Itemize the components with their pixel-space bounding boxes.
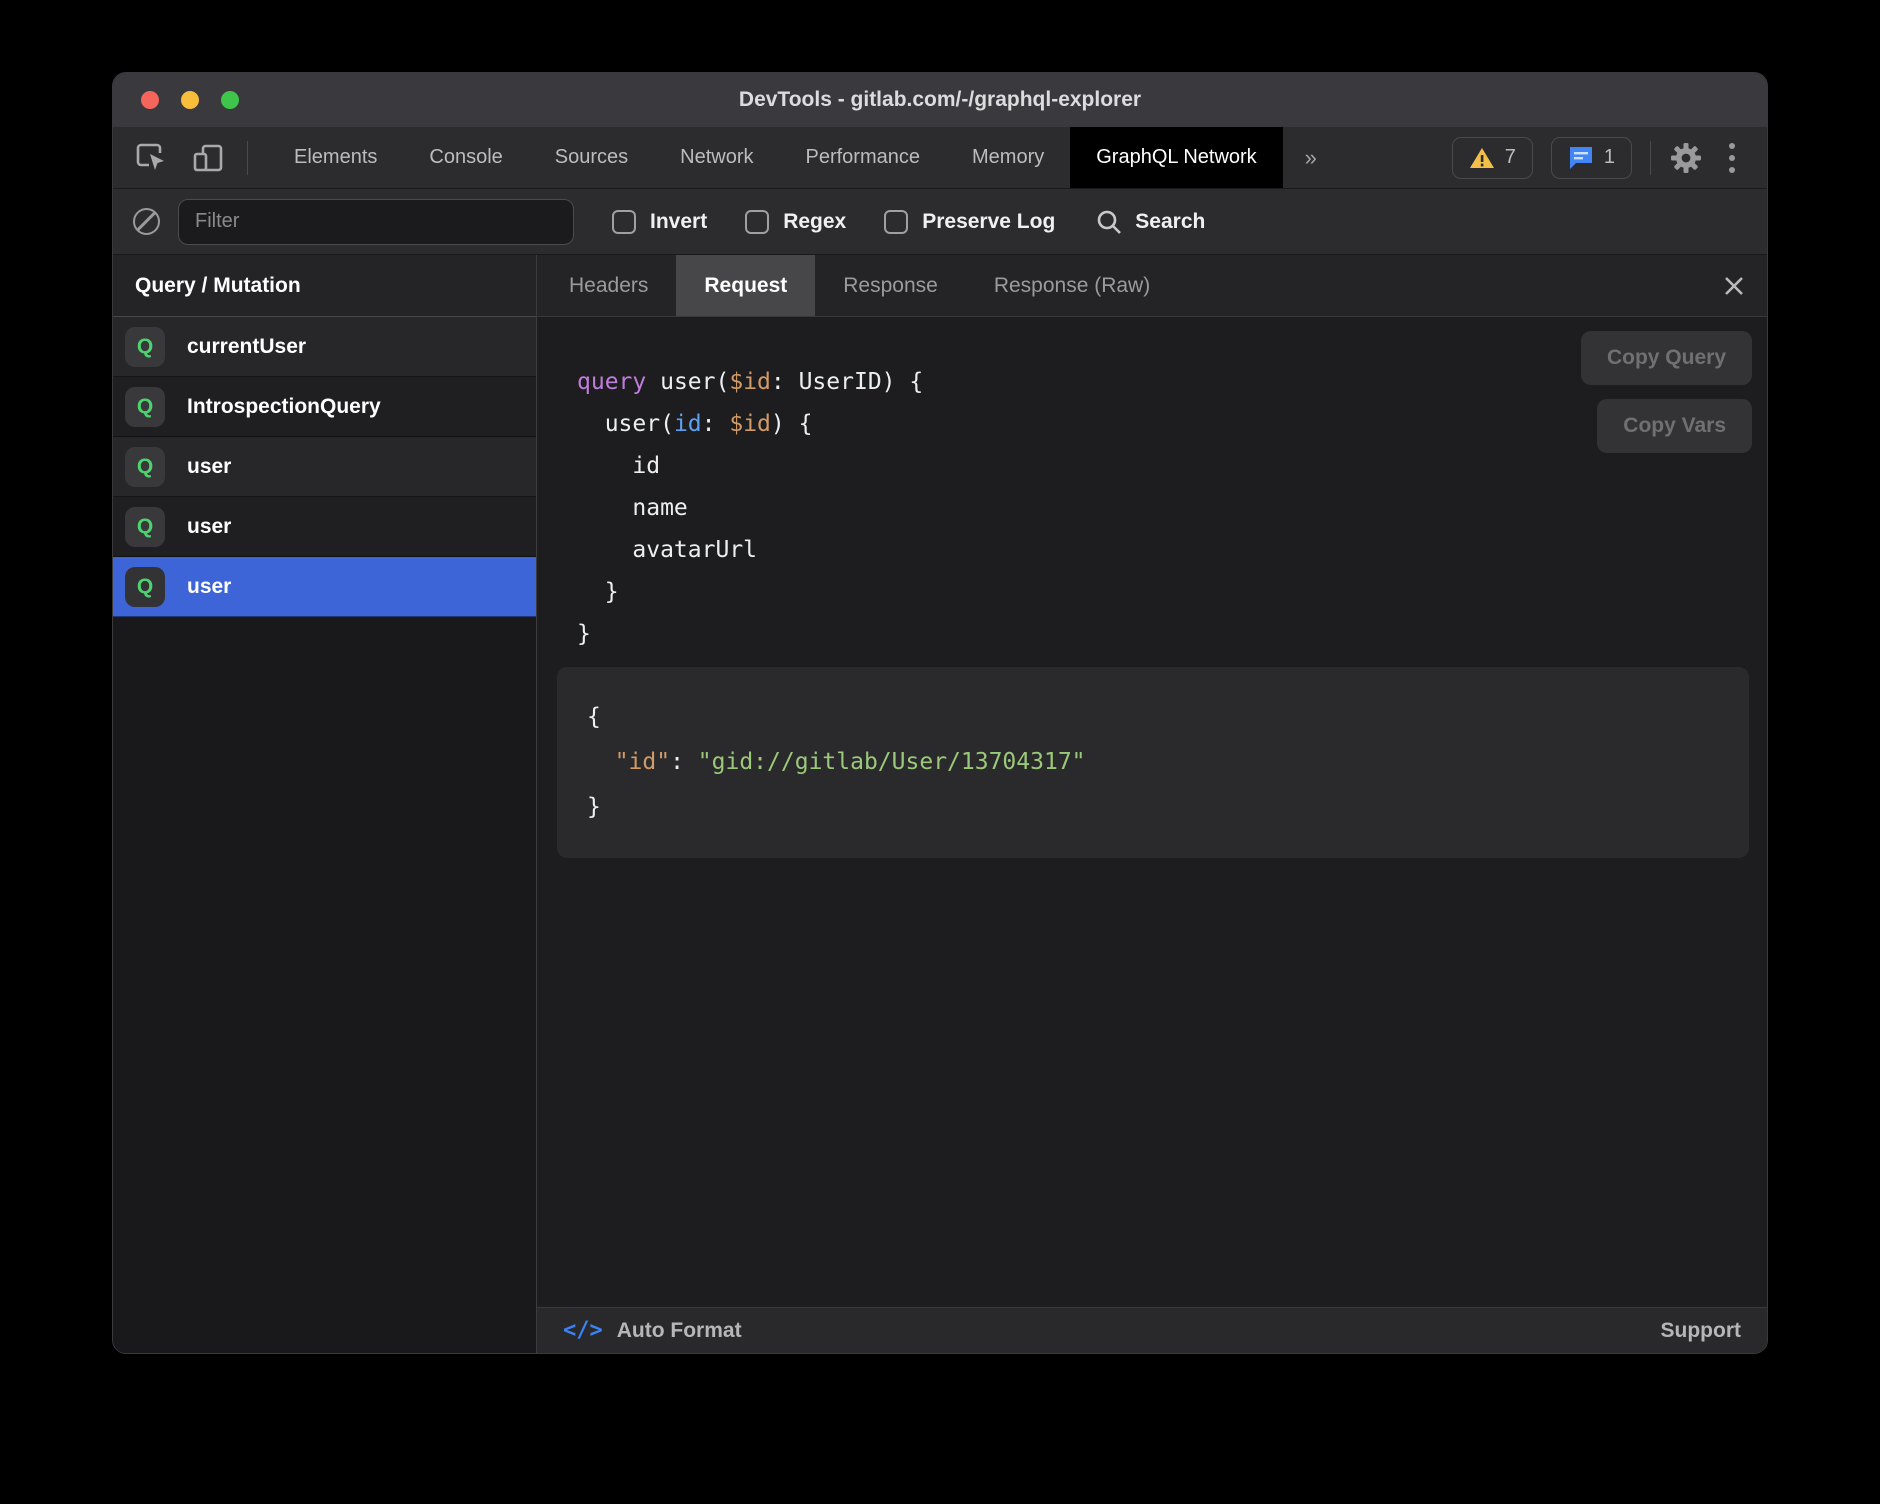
- copy-vars-button[interactable]: Copy Vars: [1597, 399, 1752, 453]
- warnings-badge[interactable]: 7: [1452, 137, 1533, 179]
- more-tabs-chevron-icon[interactable]: »: [1283, 127, 1339, 188]
- checkbox-box: [612, 210, 636, 234]
- search-icon: [1095, 208, 1123, 236]
- search-group[interactable]: Search: [1095, 208, 1205, 236]
- query-list: QcurrentUserQIntrospectionQueryQuserQuse…: [113, 317, 536, 617]
- toolbar-icons: [113, 127, 268, 188]
- close-window-button[interactable]: [141, 91, 159, 109]
- filter-input[interactable]: [178, 199, 574, 245]
- minimize-window-button[interactable]: [181, 91, 199, 109]
- code-line: }: [587, 785, 1719, 830]
- query-type-badge: Q: [125, 507, 165, 547]
- zoom-window-button[interactable]: [221, 91, 239, 109]
- toolbar-right: 7 1: [1452, 127, 1767, 188]
- tab-elements[interactable]: Elements: [268, 127, 403, 188]
- request-body: query user($id: UserID) { user(id: $id) …: [537, 317, 1767, 1307]
- clear-icon[interactable]: [133, 208, 160, 235]
- checkbox-label: Invert: [650, 210, 707, 234]
- copy-buttons: Copy Query Copy Vars: [1581, 331, 1752, 453]
- device-toolbar-icon[interactable]: [191, 141, 225, 175]
- query-name-label: currentUser: [187, 335, 306, 359]
- issues-count: 1: [1604, 146, 1615, 169]
- code-line: {: [587, 695, 1719, 740]
- query-sidebar: Query / Mutation QcurrentUserQIntrospect…: [113, 255, 537, 1353]
- detail-tabs: HeadersRequestResponseResponse (Raw): [537, 255, 1767, 317]
- tab-network[interactable]: Network: [654, 127, 779, 188]
- detail-tab-response[interactable]: Response: [815, 255, 966, 316]
- checkbox-preserve-log[interactable]: Preserve Log: [884, 210, 1055, 234]
- detail-tab-headers[interactable]: Headers: [541, 255, 676, 316]
- tab-console[interactable]: Console: [403, 127, 528, 188]
- query-name-label: IntrospectionQuery: [187, 395, 381, 419]
- support-link[interactable]: Support: [1661, 1319, 1741, 1343]
- title-bar: DevTools - gitlab.com/-/graphql-explorer: [113, 73, 1767, 127]
- code-line: avatarUrl: [577, 529, 1767, 571]
- query-list-item[interactable]: QcurrentUser: [113, 317, 536, 377]
- query-list-item[interactable]: Quser: [113, 497, 536, 557]
- tab-memory[interactable]: Memory: [946, 127, 1070, 188]
- auto-format-label: Auto Format: [617, 1319, 742, 1343]
- request-variables-box: { "id": "gid://gitlab/User/13704317"}: [557, 667, 1749, 858]
- checkbox-label: Regex: [783, 210, 846, 234]
- query-type-badge: Q: [125, 387, 165, 427]
- tab-graphql-network[interactable]: GraphQL Network: [1070, 127, 1282, 188]
- checkbox-regex[interactable]: Regex: [745, 210, 846, 234]
- query-type-badge: Q: [125, 447, 165, 487]
- tab-sources[interactable]: Sources: [529, 127, 654, 188]
- code-line: "id": "gid://gitlab/User/13704317": [587, 740, 1719, 785]
- code-line: }: [577, 613, 1767, 655]
- query-name-label: user: [187, 575, 231, 599]
- code-brackets-icon: </>: [563, 1318, 603, 1343]
- window-title: DevTools - gitlab.com/-/graphql-explorer: [113, 88, 1767, 112]
- query-list-item[interactable]: Quser: [113, 557, 536, 617]
- query-list-item[interactable]: Quser: [113, 437, 536, 497]
- devtools-window: DevTools - gitlab.com/-/graphql-explorer…: [112, 72, 1768, 1354]
- search-label: Search: [1135, 210, 1205, 234]
- query-name-label: user: [187, 455, 231, 479]
- query-type-badge: Q: [125, 567, 165, 607]
- traffic-lights: [141, 91, 239, 109]
- checkbox-invert[interactable]: Invert: [612, 210, 707, 234]
- query-list-item[interactable]: Q IntrospectionQuery: [113, 377, 536, 437]
- checkbox-box: [745, 210, 769, 234]
- auto-format-button[interactable]: </> Auto Format: [563, 1318, 742, 1343]
- detail-panel: HeadersRequestResponseResponse (Raw) que…: [537, 255, 1767, 1353]
- devtools-tab-bar: ElementsConsoleSourcesNetworkPerformance…: [113, 127, 1767, 189]
- toolbar-separator: [247, 141, 248, 175]
- detail-footer: </> Auto Format Support: [537, 1307, 1767, 1353]
- main-area: Query / Mutation QcurrentUserQIntrospect…: [113, 255, 1767, 1353]
- code-line: name: [577, 487, 1767, 529]
- filter-bar: Invert Regex Preserve Log Search: [113, 189, 1767, 255]
- checkbox-label: Preserve Log: [922, 210, 1055, 234]
- warning-icon: [1469, 146, 1495, 170]
- tab-performance[interactable]: Performance: [780, 127, 947, 188]
- chat-bubble-icon: [1568, 145, 1594, 170]
- close-panel-button[interactable]: [1721, 255, 1747, 316]
- sidebar-header: Query / Mutation: [113, 255, 536, 317]
- warning-count: 7: [1505, 146, 1516, 169]
- more-options-icon[interactable]: [1721, 143, 1743, 173]
- checkbox-box: [884, 210, 908, 234]
- toolbar-right-separator: [1650, 141, 1651, 175]
- issues-badge[interactable]: 1: [1551, 137, 1632, 179]
- filter-options: Invert Regex Preserve Log: [612, 210, 1055, 234]
- detail-tab-response-raw-[interactable]: Response (Raw): [966, 255, 1178, 316]
- close-icon: [1721, 273, 1747, 299]
- code-line: }: [577, 571, 1767, 613]
- copy-query-button[interactable]: Copy Query: [1581, 331, 1752, 385]
- query-name-label: user: [187, 515, 231, 539]
- detail-tab-request[interactable]: Request: [676, 255, 815, 316]
- inspect-element-icon[interactable]: [135, 141, 169, 175]
- query-type-badge: Q: [125, 327, 165, 367]
- settings-gear-icon[interactable]: [1669, 141, 1703, 175]
- panel-tabs: ElementsConsoleSourcesNetworkPerformance…: [268, 127, 1339, 188]
